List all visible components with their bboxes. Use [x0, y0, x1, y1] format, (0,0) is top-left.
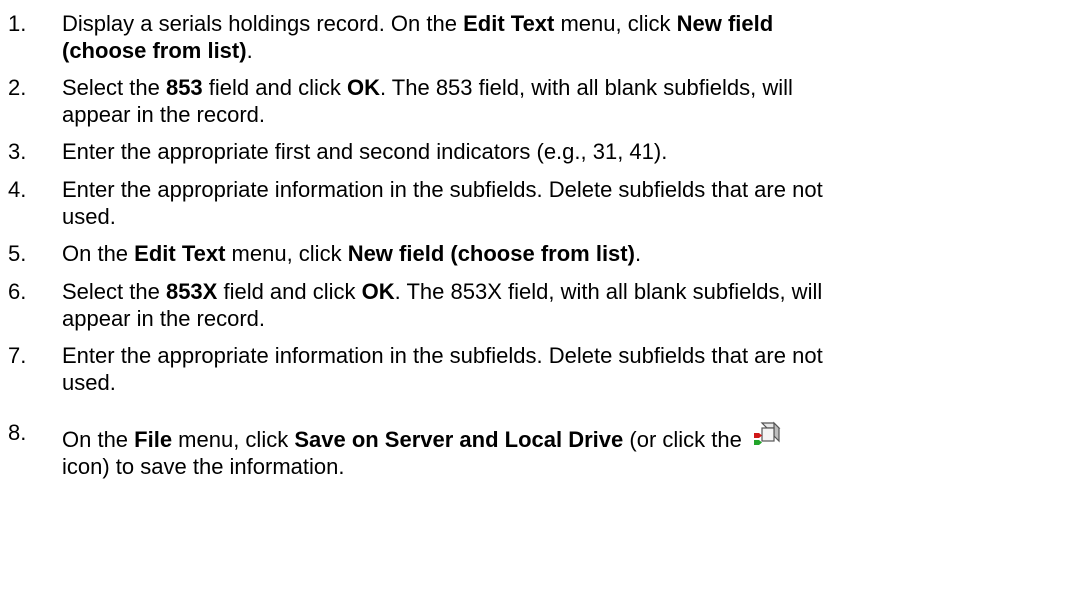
- menu-name-edit-text: Edit Text: [134, 241, 226, 266]
- step-text: On the File menu, click Save on Server a…: [62, 419, 1062, 480]
- step-number: 8.: [8, 420, 27, 445]
- step-text: Select the 853 field and click OK. The 8…: [62, 74, 1062, 128]
- step-text: On the Edit Text menu, click New field (…: [62, 240, 1062, 267]
- menu-name-edit-text: Edit Text: [463, 11, 555, 36]
- instruction-document: 1. Display a serials holdings record. On…: [0, 0, 1086, 608]
- step-text-segment: Select the: [62, 279, 166, 304]
- step-text-segment: (or click the: [623, 427, 748, 452]
- step-text-segment: menu, click: [172, 427, 295, 452]
- step-number: 1.: [8, 11, 27, 36]
- step-text-segment: menu, click: [554, 11, 677, 36]
- step-text: Enter the appropriate information in the…: [62, 176, 1062, 230]
- step-text: Select the 853X field and click OK. The …: [62, 278, 1062, 332]
- save-on-server-and-local-drive-icon: [752, 419, 782, 449]
- step-text-segment: .: [246, 38, 253, 63]
- step-text-segment: Select the: [62, 75, 166, 100]
- step-text-segment: menu, click: [225, 241, 348, 266]
- step-text-segment: Enter the appropriate first and second i…: [62, 139, 668, 164]
- step-text: Enter the appropriate first and second i…: [62, 138, 1062, 165]
- field-tag-853: 853: [165, 75, 203, 100]
- field-tag-853x: 853X: [165, 279, 218, 304]
- step-text-segment: icon) to save the information.: [62, 454, 345, 479]
- step-text-segment: .: [634, 241, 642, 266]
- command-save-on-server-and-local-drive: Save on Server and Local Drive: [294, 427, 624, 452]
- step-text-segment: Enter the appropriate information in the…: [62, 343, 823, 368]
- step-text-segment: used.: [62, 370, 116, 395]
- step-text-segment: used.: [62, 204, 116, 229]
- step-text-segment: . The 853X field, with all blank subfiel…: [394, 279, 823, 304]
- step-text: Enter the appropriate information in the…: [62, 342, 1062, 396]
- step-number: 6.: [8, 279, 27, 304]
- step-text-segment: field and click: [202, 75, 347, 100]
- step-text-segment: Display a serials holdings record. On th…: [62, 11, 464, 36]
- ok-label: OK: [361, 279, 395, 304]
- step-text-segment: field and click: [217, 279, 362, 304]
- step-text-segment: On the: [62, 427, 135, 452]
- step-text-segment: appear in the record.: [62, 102, 266, 127]
- ok-label: OK: [346, 75, 380, 100]
- step-text-segment: appear in the record.: [62, 306, 266, 331]
- step-text: Display a serials holdings record. On th…: [62, 10, 1062, 64]
- step-text-segment: On the: [62, 241, 135, 266]
- step-number: 7.: [8, 343, 27, 368]
- command-choose-from-list: (choose from list): [62, 38, 247, 63]
- command-new-field-choose-from-list: New field (choose from list): [347, 241, 635, 266]
- step-number: 5.: [8, 241, 27, 266]
- command-new-field: New field: [676, 11, 774, 36]
- step-number: 3.: [8, 139, 27, 164]
- menu-name-file: File: [134, 427, 173, 452]
- step-number: 2.: [8, 75, 27, 100]
- step-text-segment: Enter the appropriate information in the…: [62, 177, 823, 202]
- step-number: 4.: [8, 177, 27, 202]
- step-text-segment: . The 853 field, with all blank subfield…: [379, 75, 793, 100]
